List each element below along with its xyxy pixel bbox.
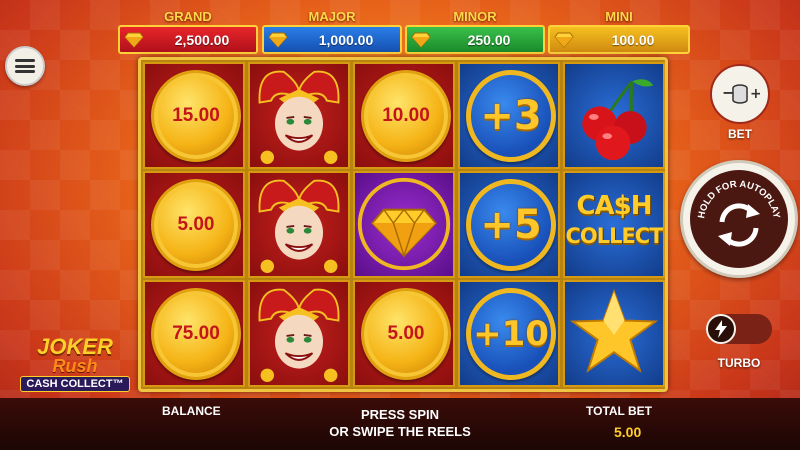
bet-button[interactable]: − + (710, 64, 770, 124)
coin-symbol: +5 (466, 179, 556, 271)
lightning-icon (715, 320, 727, 338)
diamond-icon (550, 27, 578, 52)
spin-instruction-line2: OR SWIPE THE REELS (329, 424, 471, 439)
logo-line3: CASH COLLECT™ (20, 376, 130, 392)
jackpot-mini: MINI 100.00 (548, 9, 690, 54)
coin-symbol: +10 (466, 288, 556, 380)
logo-line1: JOKER (37, 334, 113, 359)
coins-stack-icon: − + (722, 83, 760, 104)
jester-icon (258, 288, 340, 383)
diamond-icon (264, 27, 292, 52)
jackpot-major-value: 1,000.00 (318, 31, 374, 48)
coin-value: 5.00 (387, 323, 425, 344)
jackpot-major-label: MAJOR (308, 9, 356, 24)
turbo-knob (706, 314, 736, 344)
jackpot-mini-label: MINI (605, 9, 633, 24)
game-logo: JOKER Rush CASH COLLECT™ (20, 320, 130, 395)
coin-symbol: 15.00 (151, 70, 241, 162)
bet-label: BET (728, 127, 752, 141)
menu-button[interactable] (5, 46, 45, 86)
coin-value: 15.00 (172, 105, 220, 126)
balance-label: BALANCE (162, 404, 221, 418)
star-icon (569, 288, 659, 373)
coin-bonus-value: +5 (480, 202, 542, 248)
bottom-bar: BALANCE PRESS SPIN OR SWIPE THE REELS TO… (0, 398, 800, 450)
reel-cell (248, 280, 350, 387)
coin-value: 75.00 (172, 323, 220, 344)
reel-cell: 5.00 (353, 280, 455, 387)
coin-bonus-value: +10 (473, 314, 549, 354)
coin-bonus-value: +3 (480, 93, 542, 139)
turbo-label: TURBO (717, 356, 761, 370)
diamond-icon (120, 27, 148, 52)
turbo-toggle[interactable] (706, 314, 772, 344)
coin-symbol: 5.00 (361, 288, 451, 380)
coin-value: 10.00 (382, 105, 430, 126)
jackpot-minor-value: 250.00 (467, 31, 511, 48)
jackpot-mini-value: 100.00 (611, 31, 655, 48)
jester-icon (258, 179, 340, 274)
jackpot-major: MAJOR 1,000.00 (262, 9, 402, 54)
coin-symbol: 5.00 (151, 179, 241, 271)
diamond-icon (357, 177, 451, 271)
reel-cell: 5.00 (143, 171, 245, 278)
reel-grid[interactable]: 15.00 5.00 75.00 10.00 5.00 +3 +5 +10 CA… (138, 57, 668, 392)
reel-cell (563, 62, 665, 169)
coin-value: 5.00 (177, 214, 215, 235)
spin-instruction-line1: PRESS SPIN (360, 407, 440, 422)
coin-symbol: 75.00 (151, 288, 241, 380)
coin-symbol: 10.00 (361, 70, 451, 162)
reel-cell: +5 (458, 171, 560, 278)
reel-cell (563, 280, 665, 387)
reel-cell: +10 (458, 280, 560, 387)
reel-cell (248, 62, 350, 169)
jackpot-minor-label: MINOR (453, 9, 497, 24)
total-bet-value: 5.00 (614, 424, 642, 440)
cash-collect-line1: CA$H (576, 191, 652, 221)
diamond-icon (407, 27, 435, 52)
reel-cell (353, 171, 455, 278)
reel-cell: +3 (458, 62, 560, 169)
reel-cell: 10.00 (353, 62, 455, 169)
svg-text:HOLD FOR AUTOPLAY: HOLD FOR AUTOPLAY (696, 179, 782, 220)
reel-cell (248, 171, 350, 278)
cash-collect-line2: COLLECT (565, 224, 663, 248)
jackpot-grand-value: 2,500.00 (174, 31, 230, 48)
cash-collect-symbol: CA$H COLLECT (565, 191, 663, 251)
autoplay-hint: HOLD FOR AUTOPLAY (696, 179, 782, 220)
spin-instruction: PRESS SPIN OR SWIPE THE REELS (300, 406, 500, 440)
jackpot-grand-label: GRAND (164, 9, 212, 24)
logo-line2: Rush (52, 356, 98, 376)
spin-button-face: HOLD FOR AUTOPLAY (690, 170, 788, 268)
jester-icon (258, 70, 340, 165)
svg-text:+: + (750, 86, 760, 102)
hamburger-icon (15, 59, 35, 73)
reel-cell: 15.00 (143, 62, 245, 169)
reel-cell: 75.00 (143, 280, 245, 387)
total-bet-label: TOTAL BET (586, 404, 652, 418)
spin-button[interactable]: HOLD FOR AUTOPLAY (680, 160, 798, 278)
reel-cell: CA$H COLLECT (563, 171, 665, 278)
jackpot-minor: MINOR 250.00 (405, 9, 545, 54)
coin-symbol: +3 (466, 70, 556, 162)
jackpot-grand: GRAND 2,500.00 (118, 9, 258, 54)
spin-arrows-icon: HOLD FOR AUTOPLAY (696, 179, 782, 247)
cherries-icon (582, 79, 654, 161)
